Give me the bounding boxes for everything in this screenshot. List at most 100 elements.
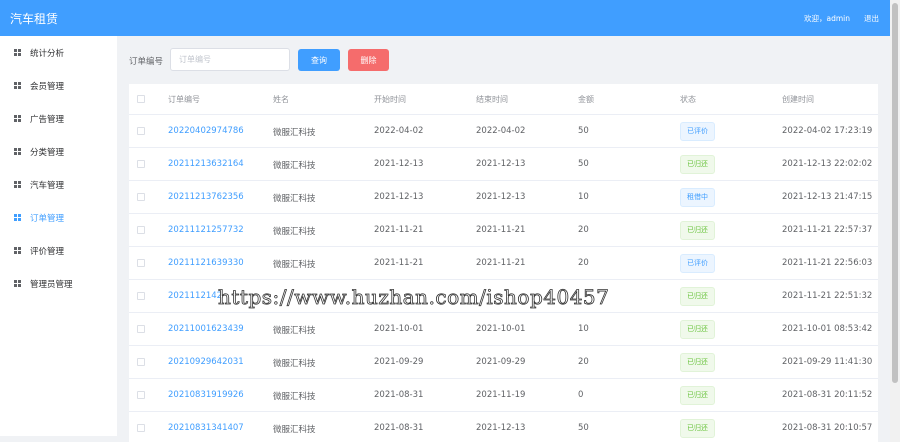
logout-link[interactable]: 退出 [864,13,879,24]
grid-icon [14,115,21,122]
grid-icon [14,148,21,155]
table-row: 20211001623439 微服汇科技 2021-10-01 2021-10-01 1… [129,313,878,346]
order-no-link[interactable]: 20220402974786 [168,126,244,136]
sidebar-item-2[interactable]: 广告管理 [0,102,117,135]
row-checkbox[interactable] [137,325,145,333]
header-end-time: 结束时间 [476,95,508,104]
order-no-link[interactable]: 20210831341407 [168,423,244,433]
amount: 50 [578,159,589,169]
created-time: 2021-11-21 22:57:37 [782,225,873,235]
row-checkbox[interactable] [137,424,145,432]
status-badge: 已归还 [680,353,715,372]
order-no-link[interactable]: 20211121257732 [168,225,244,235]
status-badge: 已归还 [680,386,715,405]
select-all-checkbox[interactable] [137,95,145,103]
order-no-link[interactable]: 20211213632164 [168,159,244,169]
end-time: 2021-12-13 [476,159,526,169]
created-time: 2021-12-13 21:47:15 [782,192,873,202]
header-amount: 金额 [578,95,594,104]
order-no-link[interactable]: 20211121639330 [168,258,244,268]
order-no-label: 订单编号 [129,57,164,67]
order-no-link[interactable]: 2021112142 [168,291,222,301]
sidebar-item-label: 管理员管理 [30,279,73,290]
customer-name: 微服汇科技 [273,326,316,336]
watermark-text: https://www.huzhan.com/ishop40457 [218,285,610,310]
amount: 20 [578,225,589,235]
grid-icon [14,181,21,188]
created-time: 2021-10-01 08:53:42 [782,324,873,334]
end-time: 2021-11-21 [476,258,526,268]
sidebar-item-4[interactable]: 汽车管理 [0,168,117,201]
row-checkbox[interactable] [137,193,145,201]
sidebar-item-3[interactable]: 分类管理 [0,135,117,168]
table-row: 20210831341407 微服汇科技 2021-08-31 2021-12-13 5… [129,412,878,442]
amount: 20 [578,357,589,367]
table-row: 20211213632164 微服汇科技 2021-12-13 2021-12-13 5… [129,148,878,181]
row-checkbox[interactable] [137,127,145,135]
row-checkbox[interactable] [137,160,145,168]
sidebar-item-label: 分类管理 [30,147,65,158]
end-time: 2021-11-21 [476,225,526,235]
amount: 50 [578,126,589,136]
sidebar-item-label: 统计分析 [30,48,65,59]
table-row: 20210831919926 微服汇科技 2021-08-31 2021-11-19 0… [129,379,878,412]
status-badge: 已归还 [680,155,715,174]
customer-name: 微服汇科技 [273,227,316,237]
status-badge: 已评价 [680,254,715,273]
created-time: 2021-09-29 11:41:30 [782,357,873,367]
created-time: 2021-11-21 22:56:03 [782,258,873,268]
created-time: 2021-08-31 20:10:57 [782,423,873,433]
main-content: 订单编号 查询 删除 订单编号 姓名 开始时间 结束时间 金额 状态 创建时间 … [117,36,890,442]
row-checkbox[interactable] [137,292,145,300]
grid-icon [14,214,21,221]
page-scrollbar[interactable] [890,0,900,442]
amount: 10 [578,324,589,334]
amount: 10 [578,192,589,202]
order-no-link[interactable]: 20211213762356 [168,192,244,202]
orders-table: 订单编号 姓名 开始时间 结束时间 金额 状态 创建时间 20220402974… [129,84,878,442]
header-name: 姓名 [273,95,289,104]
welcome-text: 欢迎，admin [804,14,850,23]
created-time: 2022-04-02 17:23:19 [782,126,873,136]
scrollbar-thumb[interactable] [892,3,898,383]
sidebar: 统计分析会员管理广告管理分类管理汽车管理 订单管理评价管理管理员管理 [0,36,117,436]
query-button[interactable]: 查询 [298,49,340,71]
amount: 50 [578,423,589,433]
row-checkbox[interactable] [137,259,145,267]
sidebar-item-label: 会员管理 [30,81,65,92]
row-checkbox[interactable] [137,358,145,366]
sidebar-item-5[interactable]: 订单管理 [0,201,117,234]
status-badge: 已归还 [680,287,715,306]
row-checkbox[interactable] [137,226,145,234]
table-header: 订单编号 姓名 开始时间 结束时间 金额 状态 创建时间 [129,84,878,115]
order-no-link[interactable]: 20210929642031 [168,357,244,367]
delete-button[interactable]: 删除 [348,49,389,71]
sidebar-item-1[interactable]: 会员管理 [0,69,117,102]
start-time: 2021-12-13 [374,159,424,169]
status-badge: 已评价 [680,122,715,141]
grid-icon [14,49,21,56]
grid-icon [14,82,21,89]
customer-name: 微服汇科技 [273,128,316,138]
grid-icon [14,280,21,287]
start-time: 2021-09-29 [374,357,424,367]
status-badge: 已归还 [680,320,715,339]
sidebar-item-7[interactable]: 管理员管理 [0,267,117,300]
sidebar-item-6[interactable]: 评价管理 [0,234,117,267]
grid-icon [14,247,21,254]
row-checkbox[interactable] [137,391,145,399]
created-time: 2021-11-21 22:51:32 [782,291,873,301]
amount: 0 [578,390,584,400]
sidebar-item-0[interactable]: 统计分析 [0,36,117,69]
created-time: 2021-08-31 20:11:52 [782,390,873,400]
sidebar-item-label: 评价管理 [30,246,65,257]
table-row: 20211121257732 微服汇科技 2021-11-21 2021-11-21 2… [129,214,878,247]
amount: 20 [578,258,589,268]
order-no-link[interactable]: 20211001623439 [168,324,244,334]
start-time: 2021-08-31 [374,423,424,433]
table-row: 20211121639330 微服汇科技 2021-11-21 2021-11-21 2… [129,247,878,280]
end-time: 2021-11-19 [476,390,526,400]
order-no-search-input[interactable] [170,48,290,71]
header-status: 状态 [680,95,696,104]
order-no-link[interactable]: 20210831919926 [168,390,244,400]
